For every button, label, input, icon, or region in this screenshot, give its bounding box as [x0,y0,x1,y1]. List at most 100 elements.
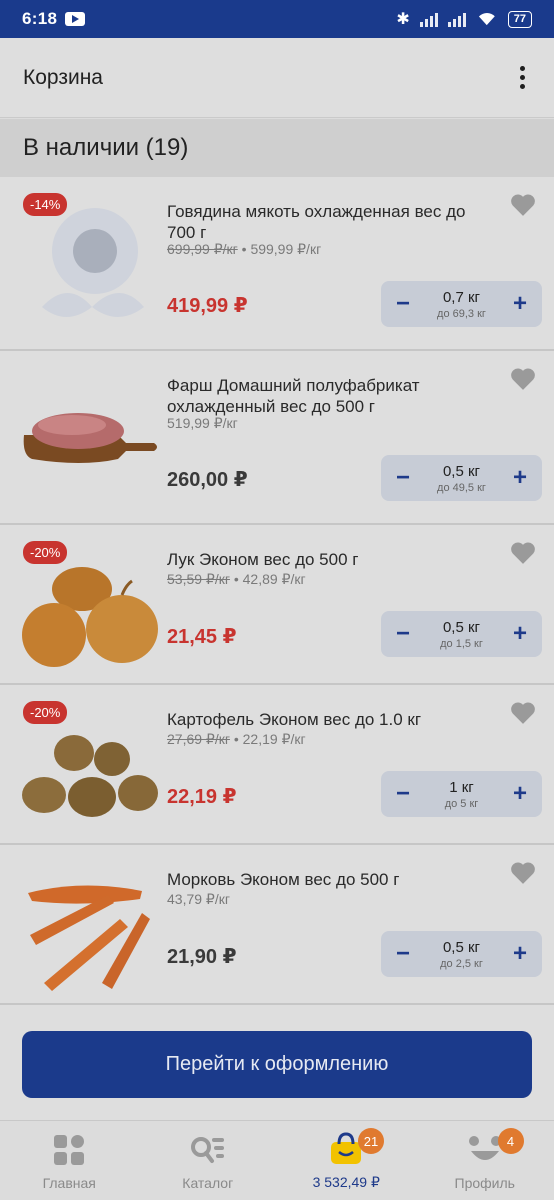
discount-badge: -20% [23,701,68,724]
quantity-value: 0,5 кг [442,462,481,480]
onion-image [22,567,158,667]
placeholder-flower-icon [42,208,144,317]
cart-item[interactable]: -14% Говядина мякоть охлажденная вес до … [0,177,554,351]
potato-image [22,735,158,817]
product-name[interactable]: Фарш Домашний полуфабрикат охлажденный в… [167,375,497,417]
quantity-value: 0,5 кг [442,618,481,636]
new-unit-price: 599,99 ₽/кг [250,241,322,257]
nav-cart[interactable]: 21 3 532,49 ₽ [277,1121,416,1200]
discount-badge: -14% [23,193,68,216]
quantity-display: 0,5 кг до 49,5 кг [437,463,486,494]
signal-icon-2 [447,11,466,27]
nav-profile[interactable]: 4 Профиль [416,1121,554,1200]
old-unit-price: 699,99 ₽/кг [167,241,238,257]
page-title: Корзина [23,65,103,89]
unit-price: 699,99 ₽/кг • 599,99 ₽/кг [167,241,321,258]
item-price: 22,19 ₽ [167,786,237,808]
favorite-heart-icon[interactable] [510,541,536,565]
nav-label: 3 532,49 ₽ [312,1174,380,1190]
cart-item[interactable]: -20% Картофель Эконом вес до 1.0 кг 27,6… [0,685,554,845]
favorite-heart-icon[interactable] [510,701,536,725]
item-price: 419,99 ₽ [167,295,248,317]
quantity-display: 0,5 кг до 1,5 кг [440,619,483,650]
cart-item[interactable]: Фарш Домашний полуфабрикат охлажденный в… [0,351,554,525]
quantity-value: 1 кг [449,778,474,796]
old-unit-price: 53,59 ₽/кг [167,571,230,587]
section-title: В наличии (19) [23,134,189,161]
quantity-display: 0,5 кг до 2,5 кг [440,939,483,970]
product-name[interactable]: Морковь Эконом вес до 500 г [167,869,497,890]
cart-list: -14% Говядина мякоть охлажденная вес до … [0,177,554,1005]
cart-item[interactable]: -20% Лук Эконом вес до 500 г 53,59 ₽/кг … [0,525,554,685]
product-name[interactable]: Картофель Эконом вес до 1.0 кг [167,709,497,730]
unit-price: 53,59 ₽/кг • 42,89 ₽/кг [167,571,306,588]
cart-count-badge: 21 [358,1128,384,1154]
increase-button[interactable]: + [508,782,532,806]
catalog-search-icon [190,1137,224,1163]
unit-price: 519,99 ₽/кг [167,415,238,432]
quantity-max: до 5 кг [444,797,479,810]
section-header: В наличии (19) [0,119,554,177]
nav-catalog[interactable]: Каталог [139,1121,278,1200]
nav-label: Главная [42,1175,96,1191]
increase-button[interactable]: + [508,292,532,316]
home-grid-icon [54,1135,85,1165]
battery-indicator: 77 [507,10,532,28]
nav-label: Каталог [182,1175,234,1191]
product-name[interactable]: Говядина мякоть охлажденная вес до 700 г [167,201,497,243]
quantity-max: до 1,5 кг [440,637,483,650]
increase-button[interactable]: + [508,466,532,490]
nav-home[interactable]: Главная [0,1121,139,1200]
product-name[interactable]: Лук Эконом вес до 500 г [167,549,497,570]
quantity-stepper: − 0,5 кг до 1,5 кг + [381,611,542,657]
decrease-button[interactable]: − [391,782,415,806]
minced-meat-image [23,413,157,463]
quantity-max: до 49,5 кг [437,481,486,494]
favorite-heart-icon[interactable] [510,193,536,217]
separator: • [233,731,239,747]
quantity-stepper: − 0,5 кг до 2,5 кг + [381,931,542,977]
favorite-heart-icon[interactable] [510,367,536,391]
discount-badge: -20% [23,541,68,564]
unit-price: 43,79 ₽/кг [167,891,230,908]
signal-icon [419,11,438,27]
quantity-stepper: − 0,5 кг до 49,5 кг + [381,455,542,501]
item-price: 260,00 ₽ [167,469,248,491]
cart-item[interactable]: Морковь Эконом вес до 500 г 43,79 ₽/кг 2… [0,845,554,1005]
profile-badge: 4 [497,1128,524,1154]
old-unit-price: 27,69 ₽/кг [167,731,230,747]
new-unit-price: 43,79 ₽/кг [167,891,230,907]
youtube-notification-icon [65,12,86,26]
decrease-button[interactable]: − [391,292,415,316]
decrease-button[interactable]: − [391,466,415,490]
item-price: 21,45 ₽ [167,626,237,648]
quantity-value: 0,5 кг [442,938,481,956]
separator: • [241,241,247,257]
quantity-max: до 2,5 кг [440,957,483,970]
quantity-max: до 69,3 кг [437,307,486,320]
unit-price: 27,69 ₽/кг • 22,19 ₽/кг [167,731,306,748]
increase-button[interactable]: + [508,622,532,646]
bluetooth-icon: ✱ [396,11,410,28]
new-unit-price: 42,89 ₽/кг [242,571,306,587]
decrease-button[interactable]: − [391,622,415,646]
increase-button[interactable]: + [508,942,532,966]
quantity-stepper: − 0,7 кг до 69,3 кг + [381,281,542,327]
quantity-display: 1 кг до 5 кг [445,779,479,810]
decrease-button[interactable]: − [391,942,415,966]
favorite-heart-icon[interactable] [510,861,536,885]
status-time: 6:18 [22,9,58,28]
bottom-nav: Главная Каталог 21 3 532,49 ₽ 4 Профиль [0,1120,554,1200]
checkout-button[interactable]: Перейти к оформлению [22,1031,532,1098]
more-menu-icon[interactable] [514,60,531,95]
quantity-value: 0,7 кг [442,288,481,306]
status-bar: 6:18 ✱ 77 [0,0,554,38]
item-price: 21,90 ₽ [167,946,237,968]
nav-label: Профиль [454,1175,515,1191]
checkout-area: Перейти к оформлению [0,1005,554,1120]
separator: • [233,571,239,587]
new-unit-price: 519,99 ₽/кг [167,415,238,431]
quantity-stepper: − 1 кг до 5 кг + [381,771,542,817]
quantity-display: 0,7 кг до 69,3 кг [437,289,486,320]
app-bar: Корзина [0,38,554,118]
